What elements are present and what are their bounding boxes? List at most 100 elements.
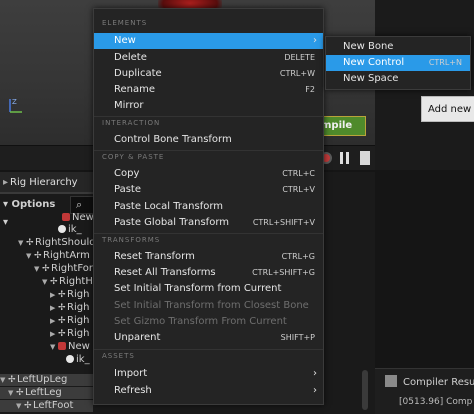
tree-item[interactable]: ▶ ✢Righ <box>50 328 89 340</box>
tree-item[interactable]: ▼ ✢RightArm <box>26 250 90 262</box>
chevron-right-icon: › <box>313 385 317 396</box>
chevron-down-icon[interactable]: ▼ <box>0 374 8 386</box>
scrollbar[interactable] <box>362 370 368 410</box>
menu-item-new-control[interactable]: New Control CTRL+N <box>326 55 470 71</box>
options-label: Options <box>11 199 56 210</box>
menu-item-new[interactable]: New › <box>94 33 323 49</box>
menu-item-shortcut: SHIFT+P <box>280 333 315 342</box>
chevron-down-icon[interactable]: ▼ <box>42 276 50 288</box>
menu-item-label: Paste Global Transform <box>114 217 229 228</box>
chevron-down-icon[interactable]: ▼ <box>26 250 34 262</box>
chevron-right-icon[interactable]: ▶ <box>50 302 58 314</box>
menu-item-unparent[interactable]: Unparent SHIFT+P <box>94 330 323 346</box>
bone-icon <box>66 355 74 363</box>
tree-item-label: Righ <box>67 328 90 339</box>
menu-item-label: Control Bone Transform <box>114 134 232 145</box>
chevron-down-icon[interactable]: ▼ <box>8 387 16 399</box>
menu-item-copy[interactable]: Copy CTRL+C <box>94 166 323 182</box>
chevron-down-icon[interactable]: ▼ <box>18 237 26 249</box>
bone-icon: ✢ <box>34 251 42 261</box>
tab-rig-hierarchy[interactable]: ▸ Rig Hierarchy <box>0 172 94 194</box>
menu-item-new-bone[interactable]: New Bone <box>326 39 470 55</box>
section-transforms: TRANSFORMS <box>102 236 161 244</box>
tree-item[interactable]: ▶ ✢Righ <box>50 302 89 314</box>
tree-item-label: Righ <box>67 289 90 300</box>
tree-item[interactable]: ik_ <box>58 224 82 236</box>
menu-item-label: New <box>114 35 136 46</box>
menu-item-control-bone-transform[interactable]: Control Bone Transform <box>94 132 323 148</box>
compiler-log-line: [0513.96] Comp <box>399 397 473 407</box>
menu-item-refresh[interactable]: Refresh › <box>94 383 323 399</box>
menu-item-label: Set Initial Transform from Current <box>114 283 282 294</box>
menu-item-label: Rename <box>114 84 156 95</box>
menu-item-shortcut: CTRL+SHIFT+V <box>252 218 315 227</box>
control-icon <box>58 342 66 350</box>
pause-icon[interactable] <box>340 152 349 164</box>
tree-item[interactable]: ▼ ✢LeftFoot <box>0 400 93 412</box>
search-icon: ⌕ <box>76 198 83 211</box>
menu-item-label: Delete <box>114 52 147 63</box>
bone-icon: ✢ <box>26 238 34 248</box>
tree-item-label: RightFor <box>51 263 93 274</box>
bone-icon: ✢ <box>58 303 66 313</box>
menu-item-mirror[interactable]: Mirror <box>94 98 323 114</box>
tree-item-label: LeftLeg <box>25 387 62 398</box>
hierarchy-icon: ▸ <box>3 177 9 188</box>
tree-item[interactable]: ▼ ✢LeftUpLeg <box>0 374 93 386</box>
menu-item-paste-local-transform[interactable]: Paste Local Transform <box>94 199 323 215</box>
menu-item-set-initial-from-current[interactable]: Set Initial Transform from Current <box>94 281 323 297</box>
tree-item[interactable]: ▶ ✢Righ <box>50 315 89 327</box>
tree-item[interactable]: ▼ New <box>50 341 90 353</box>
tree-item-label: ik_ <box>68 224 82 235</box>
chevron-right-icon[interactable]: ▶ <box>50 289 58 301</box>
menu-item-shortcut: CTRL+W <box>279 69 315 78</box>
menu-item-import[interactable]: Import › <box>94 366 323 382</box>
tree-item-label: Righ <box>67 302 90 313</box>
compile-button[interactable]: mpile <box>318 116 366 136</box>
chevron-right-icon[interactable]: ▶ <box>50 315 58 327</box>
svg-text:Z: Z <box>12 98 17 106</box>
tree-item[interactable]: ▼ ✢RightFor <box>34 263 93 275</box>
chevron-down-icon[interactable]: ▼ <box>50 341 58 353</box>
bone-icon: ✢ <box>24 401 32 411</box>
bone-icon <box>58 225 66 233</box>
menu-item-label: Unparent <box>114 332 161 343</box>
tree-item[interactable]: ▼ ✢RightH <box>42 276 93 288</box>
tree-item[interactable]: ▼ ✢RightShould <box>18 237 96 249</box>
section-assets: ASSETS <box>102 352 135 360</box>
menu-item-paste[interactable]: Paste CTRL+V <box>94 182 323 198</box>
tree-item[interactable]: ik_ <box>66 354 90 366</box>
menu-item-shortcut: DELETE <box>284 53 315 62</box>
menu-item-shortcut: CTRL+SHIFT+G <box>252 268 315 277</box>
menu-item-set-gizmo-from-current: Set Gizmo Transform From Current <box>94 314 323 330</box>
tooltip: Add new co <box>421 96 474 122</box>
menu-item-paste-global-transform[interactable]: Paste Global Transform CTRL+SHIFT+V <box>94 215 323 231</box>
stop-icon[interactable] <box>360 151 370 165</box>
tree-item[interactable]: ▼ ✢LeftLeg <box>0 387 93 399</box>
chevron-right-icon: › <box>313 368 317 379</box>
menu-item-duplicate[interactable]: Duplicate CTRL+W <box>94 66 323 82</box>
menu-item-delete[interactable]: Delete DELETE <box>94 50 323 66</box>
control-icon <box>62 213 70 221</box>
tree-item[interactable]: ▶ ✢Righ <box>50 289 89 301</box>
chevron-down-icon[interactable]: ▼ <box>16 400 24 412</box>
tree-item[interactable]: New <box>62 212 94 224</box>
chevron-down-icon[interactable]: ▼ <box>34 263 42 275</box>
compiler-title: Compiler Result <box>403 377 474 388</box>
menu-item-reset-transform[interactable]: Reset Transform CTRL+G <box>94 249 323 265</box>
menu-item-set-initial-from-closest-bone: Set Initial Transform from Closest Bone <box>94 298 323 314</box>
menu-item-label: Mirror <box>114 100 144 111</box>
tree-item-label: ik_ <box>76 354 90 365</box>
tree-item-label: Righ <box>67 315 90 326</box>
options-button[interactable]: ▾ Options ▾ <box>0 196 60 228</box>
menu-item-reset-all-transforms[interactable]: Reset All Transforms CTRL+SHIFT+G <box>94 265 323 281</box>
menu-item-label: Reset Transform <box>114 251 195 262</box>
chevron-right-icon[interactable]: ▶ <box>50 328 58 340</box>
menu-item-shortcut: CTRL+N <box>428 58 462 67</box>
axis-gizmo-icon: Z <box>9 98 22 113</box>
section-interaction: INTERACTION <box>102 119 161 127</box>
bone-icon: ✢ <box>58 329 66 339</box>
tree-item-label: New <box>72 212 94 223</box>
menu-item-new-space[interactable]: New Space <box>326 71 470 87</box>
menu-item-rename[interactable]: Rename F2 <box>94 82 323 98</box>
